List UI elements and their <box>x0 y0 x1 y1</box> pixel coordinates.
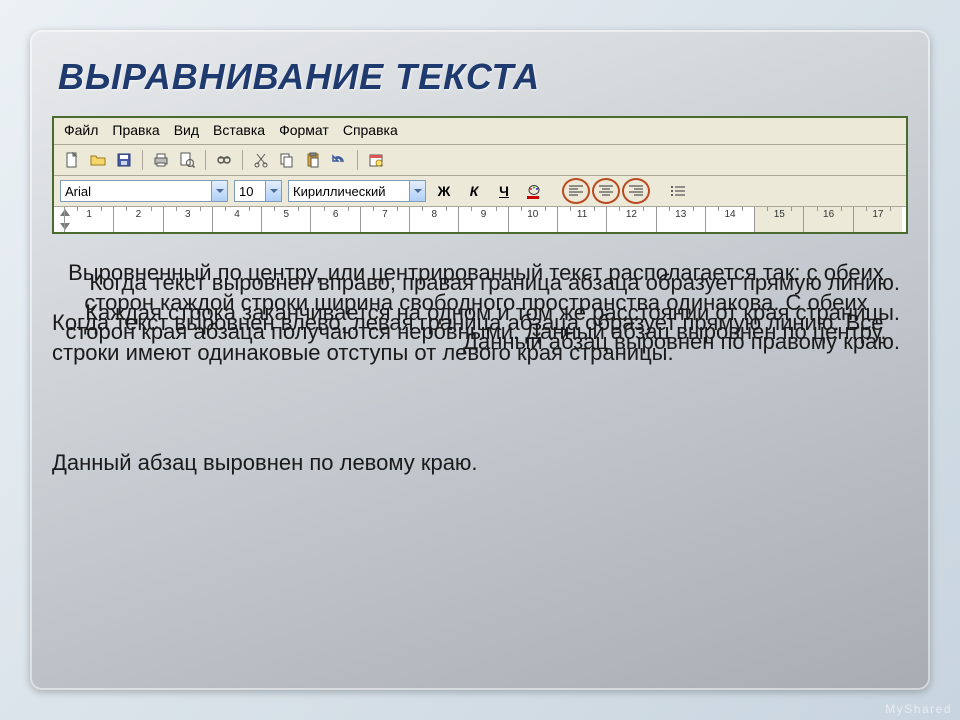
ruler-tick: 1 <box>64 207 113 232</box>
font-size-combo[interactable] <box>234 180 282 202</box>
toolbar-separator <box>205 150 206 170</box>
watermark: MyShared <box>885 702 952 716</box>
script-combo[interactable] <box>288 180 426 202</box>
ruler-tick: 10 <box>508 207 557 232</box>
ruler-tick: 8 <box>409 207 458 232</box>
ruler-tick: 5 <box>261 207 310 232</box>
ruler-tick: 17 <box>853 207 902 232</box>
align-left-button[interactable] <box>564 180 588 202</box>
chevron-down-icon[interactable] <box>409 181 425 201</box>
ruler-tick: 4 <box>212 207 261 232</box>
save-icon[interactable] <box>112 149 136 171</box>
cut-icon[interactable] <box>249 149 273 171</box>
print-icon[interactable] <box>149 149 173 171</box>
align-center-button[interactable] <box>594 180 618 202</box>
ruler-tick: 11 <box>557 207 606 232</box>
menu-format[interactable]: Формат <box>279 122 329 138</box>
ruler-tick: 9 <box>458 207 507 232</box>
menu-bar: Файл Правка Вид Вставка Формат Справка <box>54 118 906 145</box>
ruler-tick: 6 <box>310 207 359 232</box>
script-input[interactable] <box>289 181 409 201</box>
ruler-scale: 1 2 3 4 5 6 7 8 9 10 11 12 13 14 15 16 1… <box>64 207 902 232</box>
toolbar-separator <box>357 150 358 170</box>
bold-button[interactable]: Ж <box>432 180 456 202</box>
paragraph-left: Когда текст выровнен влево, левая границ… <box>52 308 900 367</box>
menu-insert[interactable]: Вставка <box>213 122 265 138</box>
ruler-tick: 12 <box>606 207 655 232</box>
ruler-tick: 13 <box>656 207 705 232</box>
datetime-icon[interactable] <box>364 149 388 171</box>
new-icon[interactable] <box>60 149 84 171</box>
undo-icon[interactable] <box>327 149 351 171</box>
font-size-input[interactable] <box>235 181 265 201</box>
ruler-tick: 2 <box>113 207 162 232</box>
menu-file[interactable]: Файл <box>64 122 98 138</box>
menu-view[interactable]: Вид <box>174 122 199 138</box>
standard-toolbar <box>54 145 906 176</box>
bullet-list-button[interactable] <box>666 180 690 202</box>
toolbar-separator <box>242 150 243 170</box>
chevron-down-icon[interactable] <box>265 181 281 201</box>
print-preview-icon[interactable] <box>175 149 199 171</box>
font-color-button[interactable] <box>522 180 546 202</box>
slide-title: ВЫРАВНИВАНИЕ ТЕКСТА <box>58 56 908 98</box>
slide-body-text: Выровненный по центру, или центрированны… <box>52 258 908 508</box>
ruler-tick: 3 <box>163 207 212 232</box>
slide-frame: ВЫРАВНИВАНИЕ ТЕКСТА Файл Правка Вид Вста… <box>30 30 930 690</box>
format-toolbar: Ж К Ч <box>54 176 906 206</box>
find-icon[interactable] <box>212 149 236 171</box>
font-input[interactable] <box>61 181 211 201</box>
ruler[interactable]: 1 2 3 4 5 6 7 8 9 10 11 12 13 14 15 16 1… <box>54 206 906 232</box>
copy-icon[interactable] <box>275 149 299 171</box>
menu-edit[interactable]: Правка <box>112 122 159 138</box>
paragraph-left-2: Данный абзац выровнен по левому краю. <box>52 448 900 478</box>
ruler-tick: 15 <box>754 207 803 232</box>
open-icon[interactable] <box>86 149 110 171</box>
align-right-button[interactable] <box>624 180 648 202</box>
ruler-tick: 16 <box>803 207 852 232</box>
font-combo[interactable] <box>60 180 228 202</box>
ruler-tick: 7 <box>360 207 409 232</box>
underline-button[interactable]: Ч <box>492 180 516 202</box>
ruler-tick: 14 <box>705 207 754 232</box>
italic-button[interactable]: К <box>462 180 486 202</box>
toolbar-separator <box>142 150 143 170</box>
chevron-down-icon[interactable] <box>211 181 227 201</box>
wordpad-window: Файл Правка Вид Вставка Формат Справка <box>52 116 908 234</box>
paste-icon[interactable] <box>301 149 325 171</box>
menu-help[interactable]: Справка <box>343 122 398 138</box>
